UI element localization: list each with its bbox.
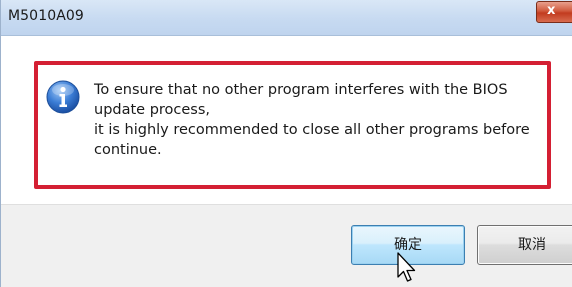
- info-icon: [46, 80, 80, 114]
- close-icon: x: [547, 3, 556, 18]
- message-line: it is highly recommended to close all ot…: [94, 122, 530, 138]
- mouse-pointer-icon: [397, 252, 416, 282]
- dialog-window: M5010A09 x To ensure that no other progr…: [0, 0, 572, 287]
- cancel-button[interactable]: 取消: [477, 225, 572, 265]
- title-bar[interactable]: M5010A09 x: [1, 0, 572, 36]
- close-button[interactable]: x: [536, 1, 572, 23]
- message-line: update process,: [94, 102, 211, 118]
- message-line: continue.: [94, 142, 162, 158]
- dialog-message: To ensure that no other program interfer…: [94, 80, 549, 160]
- window-title: M5010A09: [8, 8, 84, 24]
- button-bar: 确定 取消: [1, 204, 572, 287]
- message-line: To ensure that no other program interfer…: [94, 82, 508, 98]
